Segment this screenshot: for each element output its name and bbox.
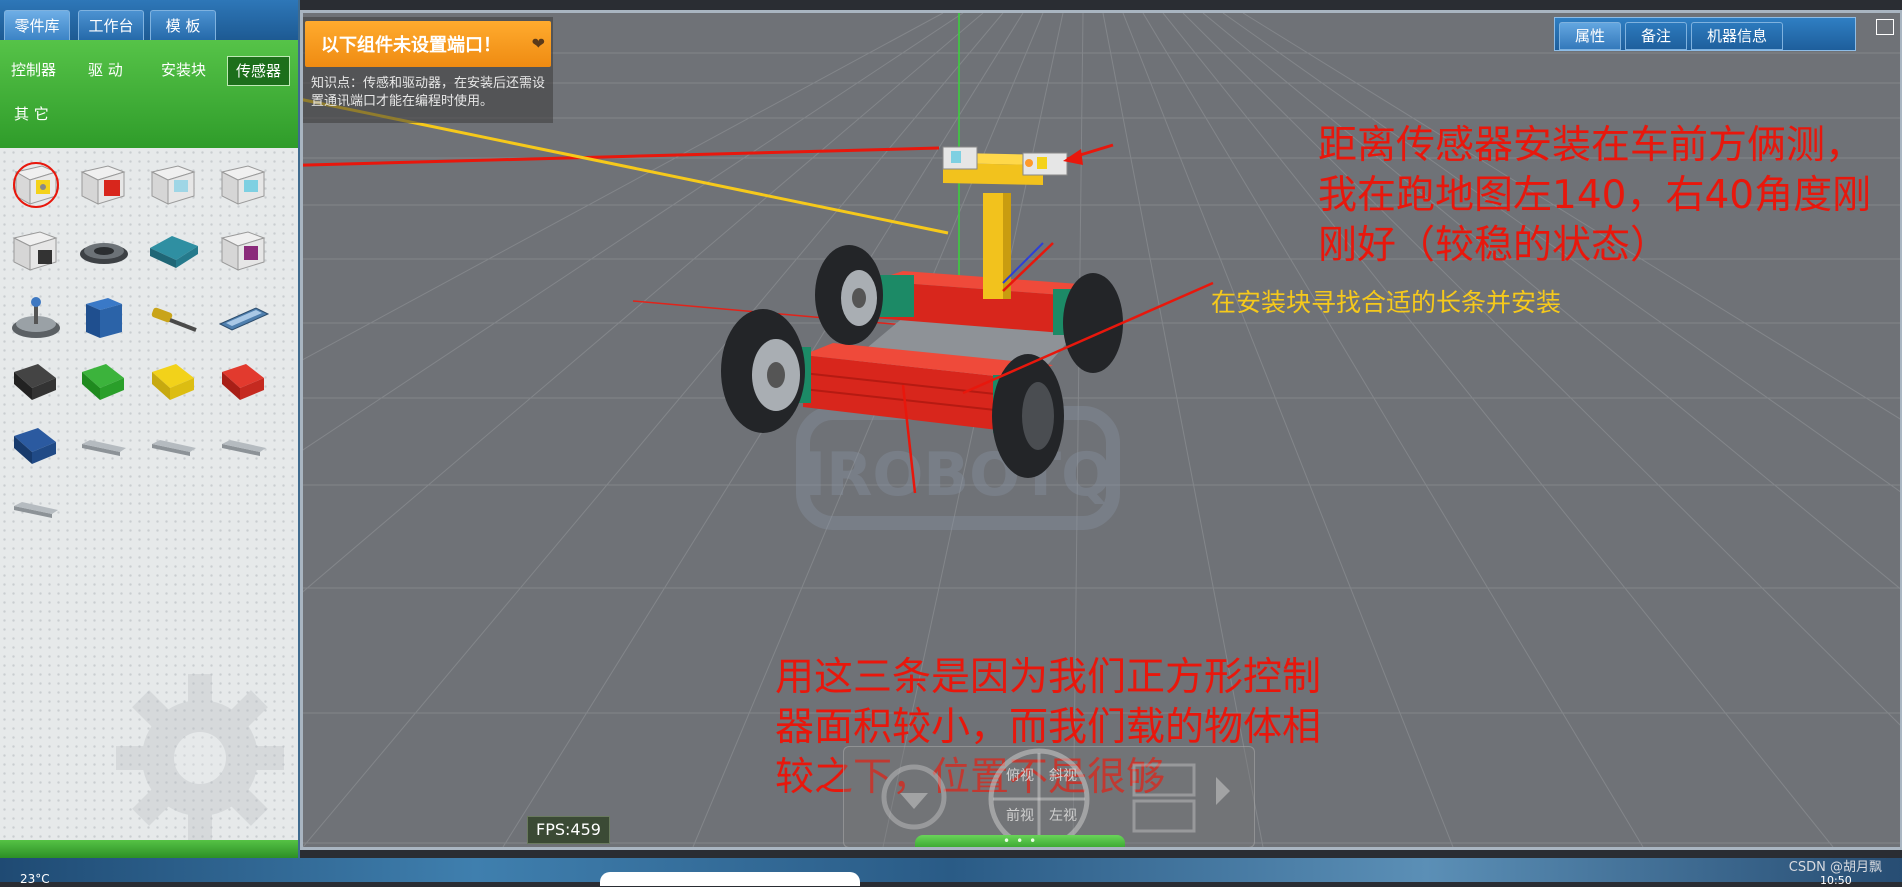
svg-text:IROBOTQ: IROBOTQ <box>804 440 1112 510</box>
category-drive[interactable]: 驱 动 <box>80 56 131 84</box>
port-warning-text: 知识点：传感和驱动器，在安装后还需设置通讯端口才能在编程时使用。 <box>311 76 546 109</box>
port-warning-title: 以下组件未设置端口！ <box>321 35 501 56</box>
irobotq-floor-logo: IROBOTQ <box>796 406 1120 530</box>
category-other[interactable]: 其 它 <box>6 100 57 128</box>
fps-counter: FPS:459 <box>527 816 610 844</box>
tab-workbench[interactable]: 工作台 <box>78 10 144 41</box>
gyro-sensor-part[interactable] <box>216 224 272 278</box>
bottom-drawer-handle[interactable]: ••• <box>915 834 1125 848</box>
taskbar-search-box[interactable] <box>600 872 860 886</box>
view-control-graphic <box>881 748 1230 847</box>
view-left-label[interactable]: 左视 <box>1049 805 1077 825</box>
line-tracker-part[interactable] <box>216 290 272 344</box>
handle-dots-icon: ••• <box>1003 834 1043 848</box>
view-oblique-label[interactable]: 斜视 <box>1049 765 1077 785</box>
3d-viewport[interactable]: IROBOTQ 以下组件未设置端口！ ❤ 知识点：传感和驱动器，在安装后还需设置… <box>300 10 1902 850</box>
port-warning-panel: 以下组件未设置端口！ ❤ 知识点：传感和驱动器，在安装后还需设置通讯端口才能在编… <box>303 17 553 123</box>
annotation-mount-block: 在安装块寻找合适的长条并安装 <box>1211 288 1562 317</box>
tab-machine-info[interactable]: 机器信息 <box>1691 22 1783 50</box>
robot-car-model[interactable] <box>721 146 1123 478</box>
distance-sensor-right <box>1022 152 1068 176</box>
probe-part-3[interactable] <box>216 420 272 474</box>
wheel-front-right <box>992 354 1064 478</box>
bumper-red-part[interactable] <box>216 356 272 410</box>
probe-part-1[interactable] <box>76 420 132 474</box>
annotation-sensor-placement: 距离传感器安装在车前方俩测，我在跑地图左140，右40角度刚刚好（较稳的状态） <box>1318 123 1872 268</box>
csdn-watermark: CSDN @胡月飘 <box>1788 860 1882 875</box>
distance-sensor-part[interactable] <box>8 158 64 212</box>
distance-sensor-left <box>942 146 978 170</box>
panel-bottom-strip <box>0 840 298 858</box>
heart-icon: ❤ <box>531 34 545 53</box>
probe-part-2[interactable] <box>146 420 202 474</box>
bumper-yellow-part[interactable] <box>146 356 202 410</box>
weather-temperature: 23°C <box>20 872 50 886</box>
sound-sensor-part[interactable] <box>8 224 64 278</box>
bumper-blue-part[interactable] <box>8 420 64 474</box>
temperature-probe-part[interactable] <box>146 290 202 344</box>
bumper-black-part[interactable] <box>8 356 64 410</box>
view-top-label[interactable]: 俯视 <box>1006 765 1034 785</box>
battery-box-part[interactable] <box>76 290 132 344</box>
bumper-green-part[interactable] <box>76 356 132 410</box>
category-sensor[interactable]: 传感器 <box>227 56 291 86</box>
port-warning-header[interactable]: 以下组件未设置端口！ ❤ <box>305 21 551 67</box>
wheel-rear-left <box>815 245 883 345</box>
properties-tab-bar: 属性 备注 机器信息 <box>1554 17 1856 51</box>
infrared-sensor-part[interactable] <box>146 224 202 278</box>
os-taskbar <box>0 858 1902 882</box>
parts-grid <box>0 148 298 858</box>
wheel-rear-right <box>1063 273 1123 373</box>
touch-sensor-part[interactable] <box>216 158 272 212</box>
view-front-label[interactable]: 前视 <box>1006 805 1034 825</box>
gear-watermark-icon <box>116 674 284 842</box>
parts-library-panel: 零件库 工作台 模 板 控制器 驱 动 安装块 传感器 其 它 <box>0 0 300 858</box>
category-mount-block[interactable]: 安装块 <box>153 56 214 84</box>
category-controller[interactable]: 控制器 <box>3 56 64 84</box>
compass-sensor-part[interactable] <box>76 224 132 278</box>
tab-templates[interactable]: 模 板 <box>150 10 216 41</box>
view-control-panel: 俯视 斜视 前视 左视 <box>843 746 1255 847</box>
library-tab-bar: 零件库 工作台 模 板 <box>0 0 298 41</box>
light-sensor-part[interactable] <box>146 158 202 212</box>
tab-properties[interactable]: 属性 <box>1559 22 1621 50</box>
category-bar: 控制器 驱 动 安装块 传感器 其 它 <box>0 40 298 148</box>
probe-part-4[interactable] <box>8 482 64 536</box>
color-sensor-part[interactable] <box>76 158 132 212</box>
wheel-front-left <box>721 309 805 433</box>
taskbar-clock: 10:50 <box>1820 874 1852 887</box>
tab-parts-library[interactable]: 零件库 <box>4 10 70 41</box>
joystick-part[interactable] <box>8 290 64 344</box>
maximize-icon[interactable] <box>1876 19 1894 35</box>
tab-notes[interactable]: 备注 <box>1625 22 1687 50</box>
